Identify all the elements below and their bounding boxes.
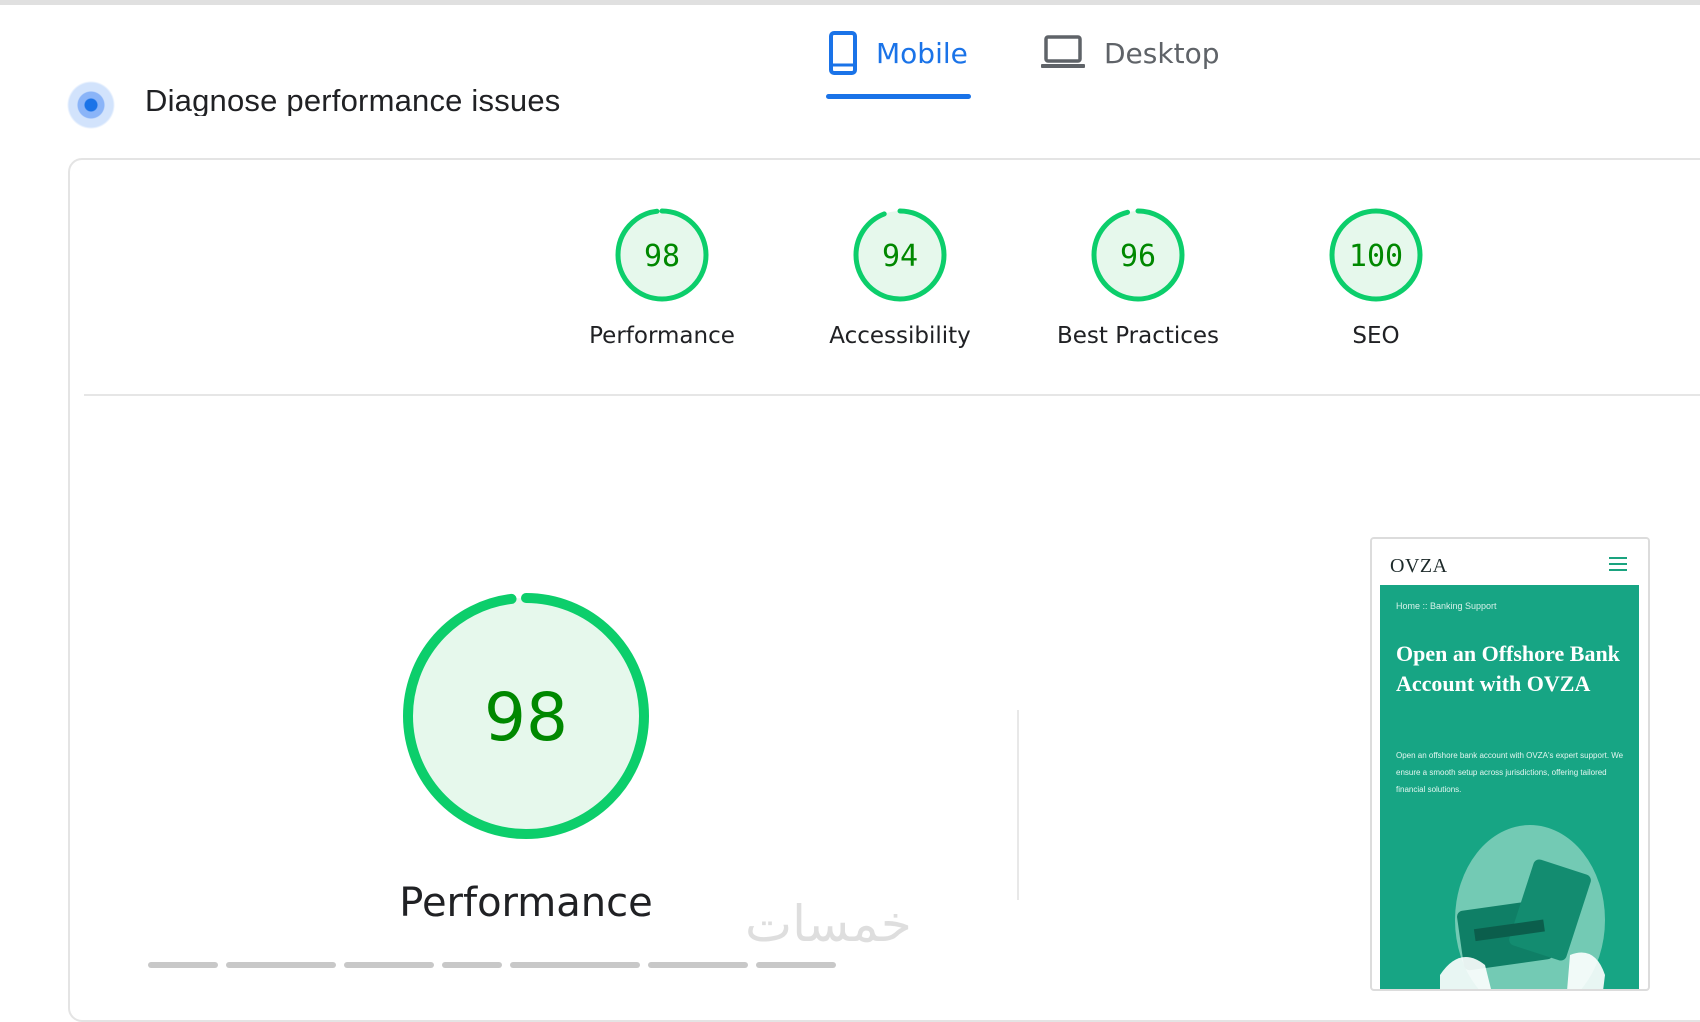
performance-note-truncated xyxy=(148,958,908,970)
top-border xyxy=(0,0,1700,5)
tab-mobile[interactable]: Mobile xyxy=(828,28,968,78)
watermark-logo: خمسات xyxy=(745,895,912,953)
gauge-label: Accessibility xyxy=(829,323,971,349)
gauge-ring: 94 xyxy=(853,208,947,302)
preview-body: Open an offshore bank account with OVZA'… xyxy=(1396,751,1624,794)
diagnose-icon xyxy=(66,80,116,130)
gauge-performance[interactable]: 98 Performance xyxy=(562,205,762,349)
wallet-illustration xyxy=(1440,825,1605,989)
active-tab-indicator xyxy=(826,94,971,99)
gauge-seo[interactable]: 100 SEO xyxy=(1276,205,1476,349)
smartphone-icon xyxy=(829,31,857,75)
gauge-ring: 100 xyxy=(1329,208,1423,302)
tab-desktop-label: Desktop xyxy=(1104,36,1220,70)
gauge-accessibility[interactable]: 94 Accessibility xyxy=(800,205,1000,349)
preview-header: OVZA xyxy=(1372,539,1648,585)
preview-logo: OVZA xyxy=(1390,555,1448,577)
gauge-label: Best Practices xyxy=(1056,323,1220,349)
gauge-ring: 96 xyxy=(1091,208,1185,302)
preview-breadcrumb: Home :: Banking Support xyxy=(1396,601,1497,611)
card-divider xyxy=(84,394,1700,396)
hamburger-menu-icon xyxy=(1609,557,1627,575)
preview-hero: Home :: Banking Support Open an Offshore… xyxy=(1380,585,1639,989)
gauge-label: SEO xyxy=(1352,323,1400,349)
gauge-value: 94 xyxy=(882,239,918,274)
performance-score-gauge: 98 xyxy=(403,593,649,839)
gauge-value: 98 xyxy=(644,239,680,274)
gauge-value: 100 xyxy=(1349,239,1403,274)
gauge-best-practices[interactable]: 96 Best Practices xyxy=(1038,205,1238,349)
preview-headline: Open an Offshore Bank Account with OVZA xyxy=(1396,641,1620,696)
tab-mobile-label: Mobile xyxy=(876,36,968,70)
laptop-icon xyxy=(1041,35,1085,68)
performance-heading: Performance xyxy=(399,880,653,926)
tab-desktop[interactable]: Desktop xyxy=(1040,28,1219,78)
gauge-ring: 98 xyxy=(615,208,709,302)
gauge-value: 96 xyxy=(1120,239,1156,274)
big-gauge-value: 98 xyxy=(484,679,568,756)
section-title: Diagnose performance issues xyxy=(145,83,561,116)
mobile-screenshot-preview: OVZA Home :: Banking Support Open an Off… xyxy=(1370,537,1650,991)
gauge-label: Performance xyxy=(589,323,735,349)
column-divider xyxy=(1017,710,1019,900)
